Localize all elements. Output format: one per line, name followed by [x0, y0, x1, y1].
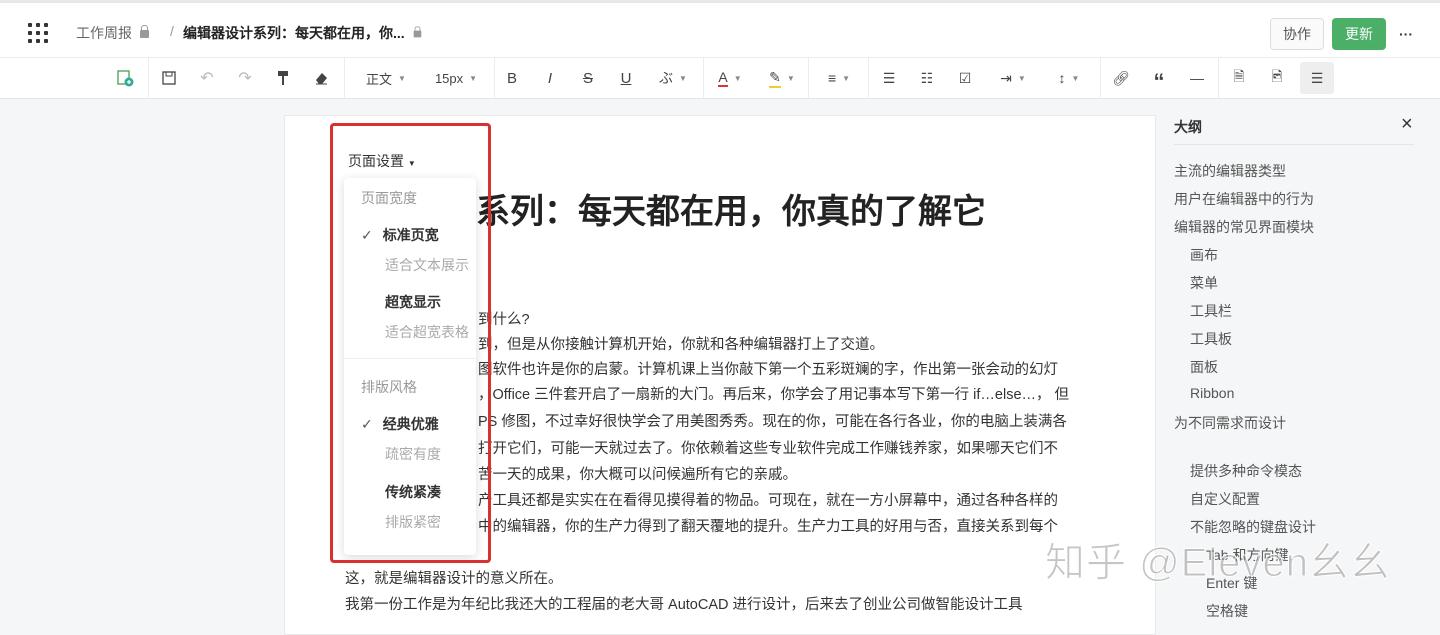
paragraph-line[interactable]: 打开它们，可能一天就过去了。你依赖着这些专业软件完成工作赚钱养家，如果哪天它们不 — [478, 437, 1058, 458]
breadcrumb-parent[interactable]: 工作周报 — [76, 23, 149, 43]
search-doc-icon[interactable]: 🗎 — [1228, 66, 1250, 90]
doc-title: 编辑器设计系列：每天都在用，你... — [183, 23, 422, 43]
special-char-icon[interactable]: ぶ ▼ — [653, 66, 693, 90]
eraser-icon[interactable] — [310, 66, 332, 90]
outline-toggle-icon[interactable]: ☰ — [1300, 62, 1334, 94]
update-button[interactable]: 更新 — [1332, 18, 1386, 50]
bullet-list-icon[interactable]: ☰ — [878, 66, 900, 90]
paragraph-line[interactable]: 产工具还都是实实在在看得见摸得着的物品。可现在，就在一方小屏幕中，通过各种各样的 — [478, 489, 1058, 510]
align-icon[interactable]: ≡ ▼ — [818, 66, 860, 90]
line-height-icon[interactable]: ↕ ▼ — [1048, 66, 1090, 90]
font-size-select[interactable]: 15px ▼ — [428, 66, 484, 90]
highlight-annotation-box — [330, 123, 491, 563]
caret-down-icon: ▼ — [398, 73, 406, 83]
document-title[interactable]: 计系列：每天都在用，你真的了解它 — [442, 184, 986, 233]
outline-item[interactable]: 主流的编辑器类型 — [1174, 161, 1286, 181]
font-color-icon[interactable]: A ▼ — [710, 66, 750, 90]
editor-toolbar: ↶ ↷ 正文 ▼ 15px ▼ B I S U ぶ ▼ A ▼ ✎ ▼ ≡ ▼ ☰ ☷ ☑ … — [0, 58, 1440, 99]
outline-item[interactable]: 提供多种命令模态 — [1190, 461, 1302, 481]
divider-icon[interactable]: — — [1186, 66, 1208, 90]
paragraph-line[interactable]: 我第一份工作是为年纪比我还大的工程届的老大哥 AutoCAD 进行设计，后来去了… — [345, 593, 1023, 614]
outline-item[interactable]: 面板 — [1190, 357, 1218, 377]
insert-image-icon[interactable]: 🖻 — [1266, 66, 1288, 90]
outline-item[interactable]: 编辑器的常见界面模块 — [1174, 217, 1314, 237]
close-icon[interactable]: × — [1401, 113, 1413, 136]
outline-item[interactable]: 自定义配置 — [1190, 489, 1260, 509]
outline-title: 大纲 — [1174, 119, 1202, 135]
outline-item[interactable]: 画布 — [1190, 245, 1218, 265]
new-doc-icon[interactable] — [114, 66, 136, 90]
save-icon[interactable] — [158, 66, 180, 90]
lock-icon — [140, 25, 149, 38]
link-icon[interactable]: 🔗︎ — [1110, 66, 1132, 90]
paragraph-line[interactable]: 图软件也许是你的启蒙。计算机课上当你敲下第一个五彩斑斓的字，作出第一张会动的幻灯 — [478, 358, 1058, 379]
outline-item[interactable]: 菜单 — [1190, 273, 1218, 293]
underline-icon[interactable]: U — [615, 66, 637, 90]
undo-icon[interactable]: ↶ — [196, 66, 218, 90]
redo-icon[interactable]: ↷ — [234, 66, 256, 90]
indent-icon[interactable]: ⇥ ▼ — [992, 66, 1034, 90]
paragraph-line[interactable]: PS 修图，不过幸好很快学会了用美图秀秀。现在的你，可能在各行各业，你的电脑上装… — [478, 410, 1067, 431]
highlight-icon[interactable]: ✎ ▼ — [762, 66, 802, 90]
paragraph-line[interactable]: ，Office 三件套开启了一扇新的大门。再后来，你学会了用记事本写下第一行 i… — [478, 383, 1069, 404]
paragraph-line[interactable]: 这，就是编辑器设计的意义所在。 — [345, 567, 563, 588]
more-icon[interactable]: ··· — [1394, 18, 1418, 50]
apps-grid-icon[interactable] — [28, 23, 48, 43]
format-painter-icon[interactable] — [272, 66, 294, 90]
breadcrumb-separator: / — [170, 23, 174, 39]
outline-item[interactable]: Ribbon — [1190, 385, 1234, 401]
italic-icon[interactable]: I — [539, 66, 561, 90]
watermark: 知乎 @Eleven幺幺 — [1044, 541, 1392, 586]
outline-item[interactable]: 用户在编辑器中的行为 — [1174, 189, 1314, 209]
collaborate-button[interactable]: 协作 — [1270, 18, 1324, 50]
caret-down-icon: ▼ — [469, 73, 478, 83]
outline-item[interactable]: 工具板 — [1190, 329, 1232, 349]
paragraph-style-select[interactable]: 正文 ▼ — [360, 66, 412, 90]
outline-item[interactable]: 工具栏 — [1190, 301, 1232, 321]
paragraph-line[interactable]: 苦一天的成果，你大概可以问候遍所有它的亲戚。 — [478, 463, 797, 484]
lock-icon — [413, 26, 421, 38]
top-bar: 工作周报 / 编辑器设计系列：每天都在用，你... 协作 更新 ··· — [0, 0, 1440, 58]
outline-item[interactable]: 为不同需求而设计 — [1174, 413, 1286, 433]
outline-item[interactable]: 空格键 — [1206, 601, 1248, 621]
paragraph-line[interactable]: 中的编辑器，你的生产力得到了翻天覆地的提升。生产力工具的好用与否，直接关系到每个 — [478, 515, 1058, 536]
strikethrough-icon[interactable]: S — [577, 66, 599, 90]
ordered-list-icon[interactable]: ☷ — [916, 66, 938, 90]
bold-icon[interactable]: B — [501, 66, 523, 90]
checkbox-icon[interactable]: ☑ — [954, 66, 976, 90]
paragraph-line[interactable]: 到，但是从你接触计算机开始，你就和各种编辑器打上了交道。 — [478, 333, 884, 354]
quote-icon[interactable]: “ — [1148, 66, 1170, 94]
